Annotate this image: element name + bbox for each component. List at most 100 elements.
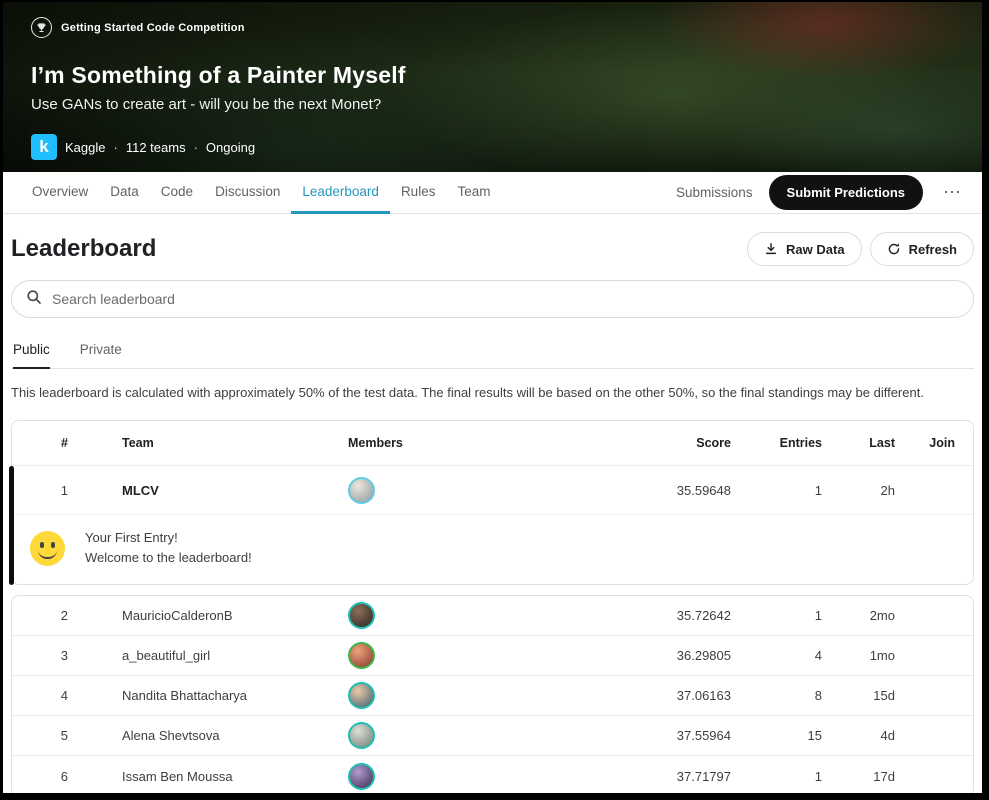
tab-code[interactable]: Code: [150, 172, 204, 214]
trophy-icon: [31, 17, 52, 38]
first-entry-callout: Your First Entry! Welcome to the leaderb…: [12, 514, 973, 584]
competition-title: I’m Something of a Painter Myself: [31, 62, 406, 88]
row-team-name: MauricioCalderonB: [122, 608, 233, 624]
leaderboard-actions: Raw Data Refresh: [747, 232, 974, 266]
tab-team[interactable]: Team: [446, 172, 501, 214]
page-title: Leaderboard: [11, 235, 157, 262]
raw-data-button[interactable]: Raw Data: [747, 232, 862, 266]
col-last: Last: [869, 436, 895, 450]
col-join: Join: [929, 436, 955, 450]
row-team-name: Alena Shevtsova: [122, 728, 220, 744]
tab-data[interactable]: Data: [99, 172, 150, 214]
row-score: 35.72642: [676, 608, 731, 624]
col-entries: Entries: [779, 436, 822, 450]
smiley-icon: [30, 530, 65, 566]
competition-category-label: Getting Started Code Competition: [61, 21, 245, 34]
row-score: 37.71797: [676, 768, 731, 784]
search-input[interactable]: [52, 291, 959, 307]
row-team-name: a_beautiful_girl: [122, 648, 211, 664]
kaggle-logo: k: [31, 134, 57, 160]
table-header-row: # Team Members Score Entries Last Join: [12, 421, 973, 466]
leaderboard-description: This leaderboard is calculated with appr…: [11, 385, 924, 400]
competition-meta: k Kaggle · 112 teams · Ongoing: [31, 134, 982, 160]
row-score: 35.59648: [676, 482, 731, 498]
more-options-icon[interactable]: ⋯: [939, 182, 966, 203]
member-avatar[interactable]: [348, 602, 375, 630]
competition-category: Getting Started Code Competition: [31, 2, 982, 38]
row-entries: 15: [807, 728, 822, 744]
submissions-link[interactable]: Submissions: [676, 185, 753, 200]
leaderboard-view-tabs: Public Private: [11, 342, 974, 369]
table-row[interactable]: 1 MLCV 35.59648 1 2h: [12, 466, 973, 514]
tab-discussion[interactable]: Discussion: [204, 172, 291, 214]
competition-nav: Overview Data Code Discussion Leaderboar…: [3, 172, 982, 214]
table-row[interactable]: 3 a_beautiful_girl 36.29805 4 1mo: [12, 636, 973, 677]
meta-separator: ·: [113, 139, 118, 155]
member-avatar[interactable]: [348, 762, 375, 790]
refresh-button[interactable]: Refresh: [869, 232, 974, 266]
submit-predictions-button[interactable]: Submit Predictions: [768, 175, 923, 210]
tab-overview[interactable]: Overview: [21, 172, 99, 214]
member-avatar[interactable]: [348, 722, 375, 750]
col-team: Team: [122, 436, 154, 450]
member-avatar[interactable]: [348, 682, 375, 710]
row-score: 36.29805: [676, 648, 731, 664]
competition-banner: Getting Started Code Competition I’m Som…: [3, 2, 982, 172]
row-team-name: MLCV: [122, 482, 159, 498]
row-rank: 2: [60, 608, 68, 624]
row-last: 2mo: [869, 608, 895, 624]
first-entry-highlight-bar: [9, 466, 14, 586]
download-icon: [764, 242, 778, 256]
row-score: 37.06163: [676, 688, 731, 704]
competition-org: Kaggle: [65, 139, 106, 155]
first-entry-line2: Welcome to the leaderboard!: [85, 550, 252, 566]
first-entry-message: Your First Entry! Welcome to the leaderb…: [85, 528, 252, 568]
leaderboard-table-rest: 2 MauricioCalderonB 35.72642 1 2mo 3 a_b…: [11, 595, 974, 793]
member-avatar[interactable]: [348, 476, 375, 504]
row-rank: 3: [60, 648, 68, 664]
member-avatar[interactable]: [348, 642, 375, 670]
col-score: Score: [696, 436, 731, 450]
search-icon: [26, 289, 42, 310]
row-last: 17d: [873, 768, 895, 784]
row-entries: 4: [814, 648, 822, 664]
col-rank: #: [61, 436, 68, 450]
competition-team-count: 112 teams: [125, 139, 186, 155]
raw-data-label: Raw Data: [786, 241, 845, 257]
leaderboard-search: [11, 280, 974, 318]
row-last: 4d: [880, 728, 895, 744]
row-entries: 8: [814, 688, 822, 704]
refresh-label: Refresh: [908, 241, 957, 257]
row-rank: 5: [60, 728, 68, 744]
tab-private[interactable]: Private: [80, 342, 122, 369]
leaderboard-table-top: # Team Members Score Entries Last Join 1…: [9, 420, 974, 586]
table-row[interactable]: 5 Alena Shevtsova 37.55964 15 4d: [12, 716, 973, 757]
row-rank: 6: [60, 768, 68, 784]
nav-right: Submissions Submit Predictions ⋯: [676, 172, 966, 213]
table-row[interactable]: 6 Issam Ben Moussa 37.71797 1 17d: [12, 756, 973, 793]
competition-subtitle: Use GANs to create art - will you be the…: [31, 96, 382, 113]
refresh-icon: [887, 242, 901, 256]
tab-rules[interactable]: Rules: [390, 172, 447, 214]
row-rank: 4: [60, 688, 68, 704]
col-members: Members: [348, 436, 403, 450]
row-rank: 1: [60, 482, 68, 498]
row-entries: 1: [814, 608, 822, 624]
row-score: 37.55964: [676, 728, 731, 744]
row-last: 2h: [880, 482, 895, 498]
meta-separator: ·: [193, 139, 198, 155]
leaderboard-header: Leaderboard Raw Data Refresh: [11, 232, 974, 266]
row-last: 15d: [873, 688, 895, 704]
tab-leaderboard[interactable]: Leaderboard: [291, 172, 390, 214]
tab-public[interactable]: Public: [13, 342, 50, 369]
main-content: Leaderboard Raw Data Refresh Search lead…: [3, 232, 982, 793]
row-team-name: Nandita Bhattacharya: [122, 688, 248, 704]
window: Getting Started Code Competition I’m Som…: [0, 0, 989, 800]
competition-status: Ongoing: [205, 139, 256, 155]
table-row[interactable]: 4 Nandita Bhattacharya 37.06163 8 15d: [12, 676, 973, 717]
row-team-name: Issam Ben Moussa: [122, 768, 233, 784]
row-entries: 1: [814, 482, 822, 498]
table-row[interactable]: 2 MauricioCalderonB 35.72642 1 2mo: [12, 596, 973, 637]
row-last: 1mo: [869, 648, 895, 664]
first-entry-line1: Your First Entry!: [85, 530, 178, 545]
